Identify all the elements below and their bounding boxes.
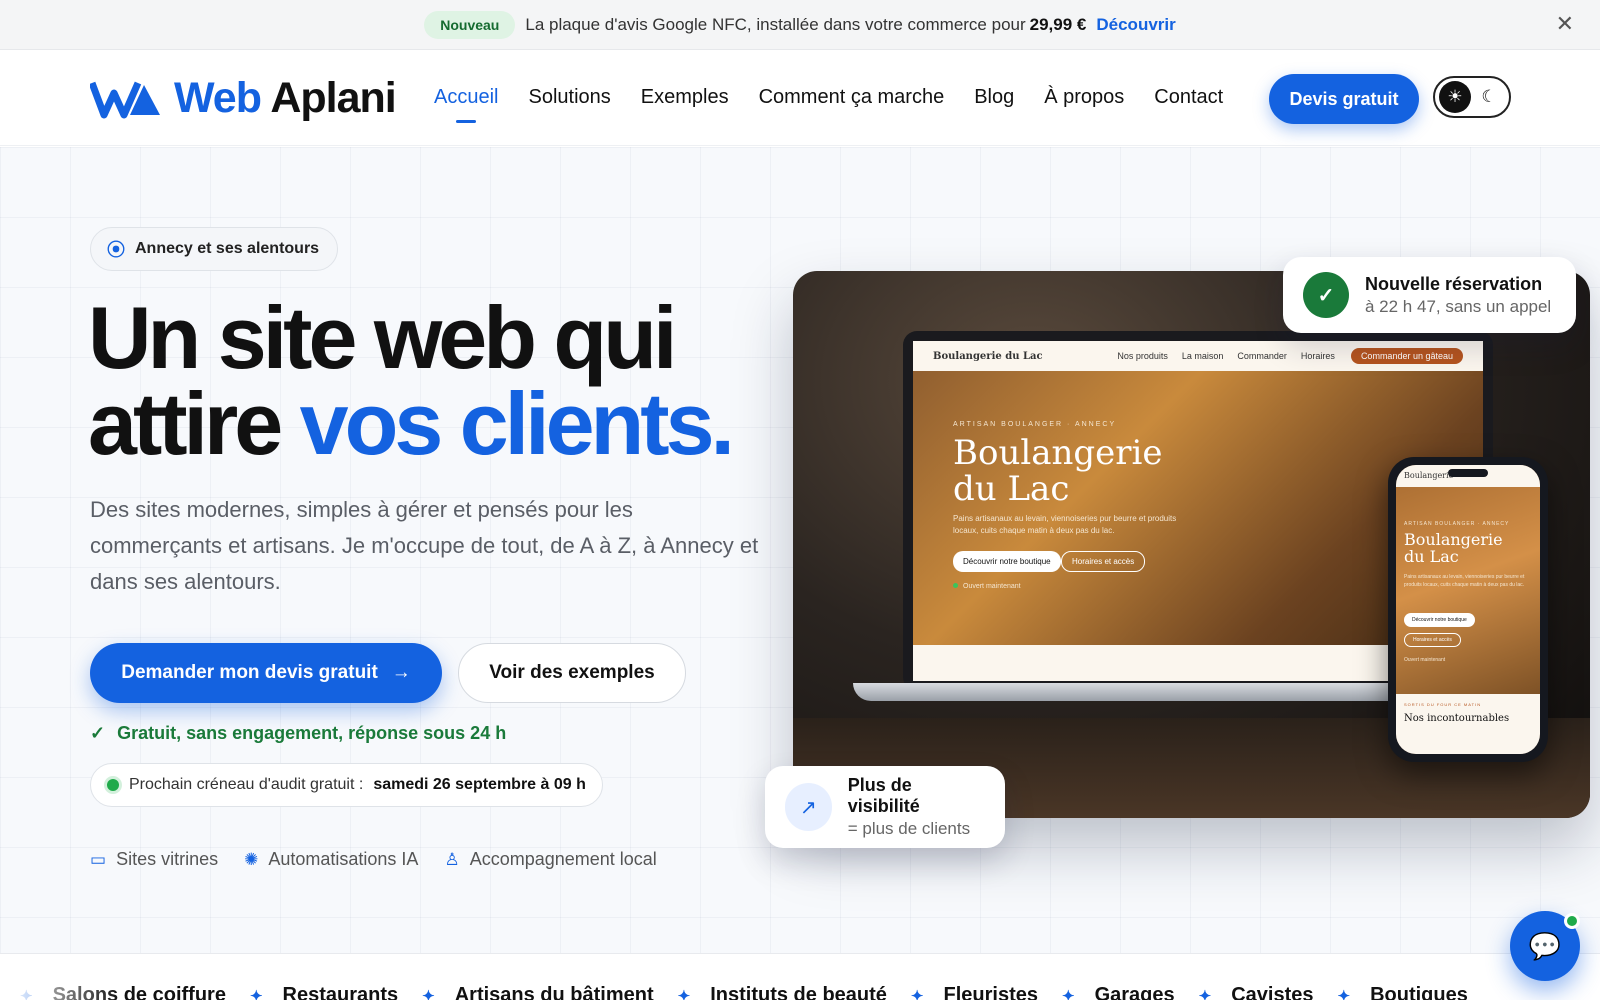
visibility-subtitle: = plus de clients: [847, 819, 971, 838]
hero-headline: Un site web qui attire vos clients.: [88, 288, 735, 473]
device-mockup-image: Boulangerie du Lac Nos produits La maiso…: [793, 271, 1590, 818]
status-dot-icon: [107, 779, 119, 791]
ticker-item: ✦ Restaurants: [249, 984, 399, 1000]
announcement-bar: Nouveau La plaque d'avis Google NFC, ins…: [0, 0, 1600, 50]
ticker-item: ✦ Instituts de beauté: [677, 984, 887, 1000]
reservation-card: ✓ Nouvelle réservation à 22 h 47, sans u…: [1283, 257, 1576, 333]
reservation-subtitle: à 22 h 47, sans un appel: [1365, 296, 1552, 316]
feature-automatisations: ✺ Automatisations IA: [244, 849, 419, 869]
ticker-item: ✦ Boutiques: [1337, 984, 1468, 1000]
trending-up-icon: ↗: [785, 783, 832, 831]
monitor-icon: ▭: [90, 849, 107, 869]
location-label: Annecy et ses alentours: [135, 240, 320, 257]
features-list: ▭ Sites vitrines ✺ Automatisations IA ♙ Acc…: [90, 849, 657, 870]
close-icon[interactable]: ✕: [1556, 12, 1574, 36]
location-badge: ⦿ Annecy et ses alentours: [90, 227, 339, 271]
arrow-right-icon: →: [391, 662, 411, 683]
new-badge: Nouveau: [424, 10, 516, 39]
online-indicator: [1564, 913, 1580, 929]
check-circle-icon: ✓: [1303, 272, 1349, 318]
reservation-title: Nouvelle réservation: [1365, 273, 1543, 294]
slot-label: Prochain créneau d'audit gratuit :: [129, 776, 364, 793]
nav-comment-ca-marche[interactable]: Comment ça marche: [759, 86, 945, 109]
slot-value: samedi 26 septembre à 09 h: [373, 776, 586, 793]
map-pin-icon: ⦿: [107, 240, 125, 260]
chat-bubble-icon: 💬: [1528, 930, 1562, 961]
ticker-item: ✦ Artisans du bâtiment: [422, 984, 654, 1000]
ticker-item: ✦ Fleuristes: [910, 984, 1038, 1000]
feature-accompagnement: ♙ Accompagnement local: [444, 849, 657, 869]
ticker-item: ✦ Cavistes: [1198, 984, 1314, 1000]
nav-a-propos[interactable]: À propos: [1044, 86, 1124, 109]
moon-icon: ☾: [1481, 87, 1497, 106]
logo[interactable]: Web Aplani: [90, 74, 397, 123]
feature-sites-vitrines: ▭ Sites vitrines: [90, 849, 219, 869]
loader-icon: ✺: [244, 849, 259, 869]
brand-name: Web Aplani: [174, 74, 397, 122]
sun-icon: ☀: [1439, 81, 1471, 113]
request-quote-button[interactable]: Demander mon devis gratuit →: [90, 643, 442, 703]
logo-mark-icon: [90, 81, 160, 118]
next-slot-pill: Prochain créneau d'audit gratuit : samed…: [90, 763, 603, 807]
devis-gratuit-button[interactable]: Devis gratuit: [1269, 74, 1419, 124]
discover-link[interactable]: Découvrir: [1096, 15, 1175, 35]
visibility-title: Plus de visibilité: [847, 775, 920, 816]
visibility-card: ↗ Plus de visibilité = plus de clients: [765, 766, 1005, 848]
see-examples-button[interactable]: Voir des exemples: [458, 643, 686, 703]
hero-subtext: Des sites modernes, simples à gérer et p…: [90, 497, 759, 594]
nav-solutions[interactable]: Solutions: [528, 86, 610, 109]
guarantee-note: ✓ Gratuit, sans engagement, réponse sous…: [90, 723, 507, 743]
theme-toggle[interactable]: ☀ ☾: [1433, 76, 1511, 118]
nav-exemples[interactable]: Exemples: [641, 86, 729, 109]
ticker-item: ✦ Garages: [1061, 984, 1175, 1000]
check-icon: ✓: [90, 723, 106, 743]
nav-blog[interactable]: Blog: [974, 86, 1014, 109]
nav-accueil[interactable]: Accueil: [434, 86, 498, 123]
announcement-price: 29,99 €: [1029, 14, 1087, 34]
announcement-text: La plaque d'avis Google NFC, installée d…: [525, 14, 1026, 34]
main-nav: Accueil Solutions Exemples Comment ça ma…: [434, 86, 1223, 123]
phone-mockup: Boulangerie ARTISAN BOULANGER · ANNECY B…: [1388, 457, 1548, 762]
industries-ticker: ✦Salons de coiffure ✦Restaurants ✦Artisa…: [0, 953, 1600, 1000]
chat-button[interactable]: 💬: [1510, 911, 1580, 981]
user-icon: ♙: [444, 849, 460, 869]
nav-contact[interactable]: Contact: [1154, 86, 1223, 109]
site-header: Web Aplani Accueil Solutions Exemples Co…: [0, 50, 1600, 146]
